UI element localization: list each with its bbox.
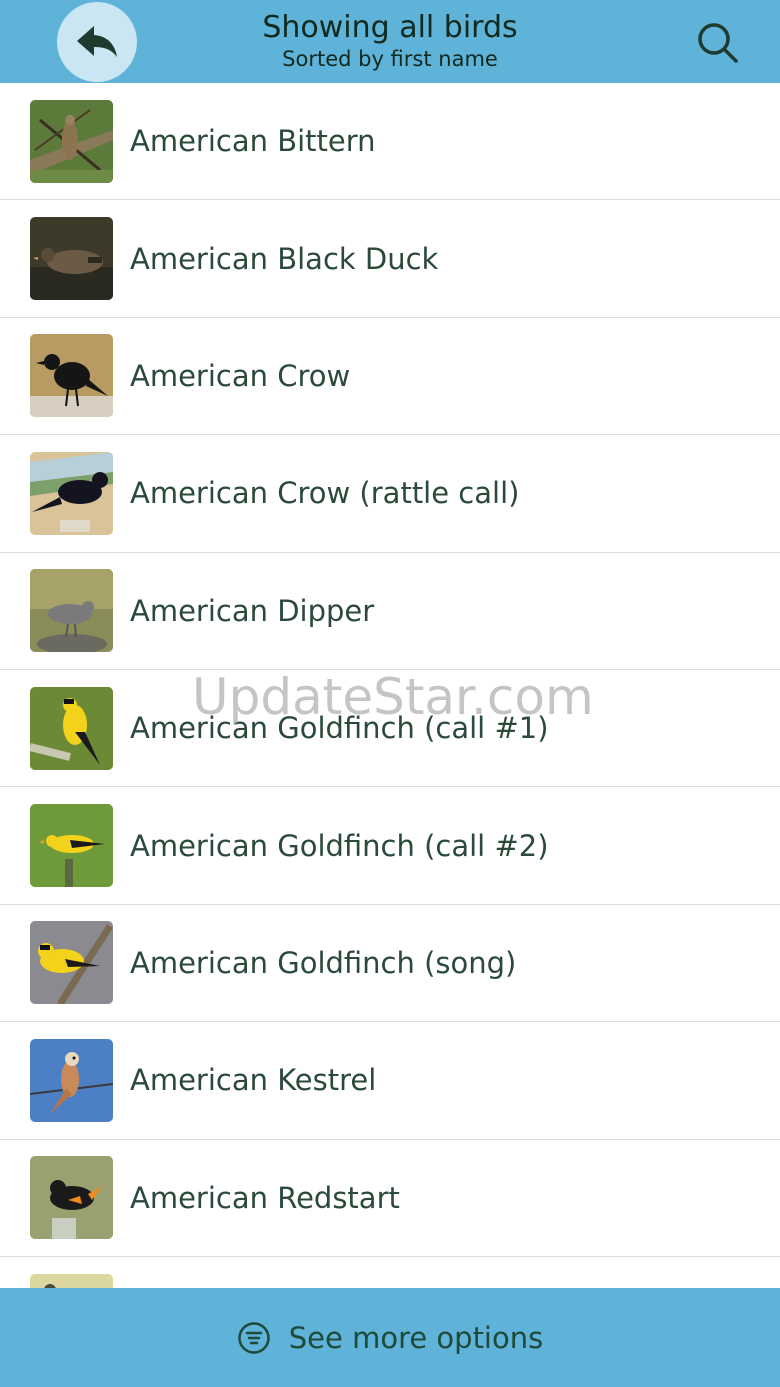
page-title: Showing all birds: [262, 10, 518, 45]
top-bar: Showing all birds Sorted by first name: [0, 0, 780, 83]
filter-lines-icon: [238, 1321, 270, 1354]
bird-name: American Bittern: [130, 124, 376, 159]
bird-thumbnail: [30, 334, 113, 418]
page-subtitle: Sorted by first name: [282, 47, 498, 71]
footer-label: See more options: [288, 1320, 544, 1355]
list-item[interactable]: American Redstart: [0, 1140, 780, 1257]
list-item[interactable]: American Dipper: [0, 553, 780, 670]
bird-list: American Bittern American Black Duck Ame…: [0, 83, 780, 1288]
bird-name: American Kestrel: [130, 1063, 377, 1098]
list-item[interactable]: American Crow: [0, 318, 780, 436]
bird-thumbnail: [30, 99, 113, 183]
list-item[interactable]: American Black Duck: [0, 200, 780, 318]
bird-thumbnail: [30, 1038, 113, 1122]
bird-thumbnail: [30, 451, 113, 535]
list-item[interactable]: [0, 1257, 780, 1288]
bird-name: American Goldfinch (call #1): [130, 711, 549, 746]
bird-name: American Goldfinch (song): [130, 945, 517, 980]
bird-thumbnail: [30, 804, 113, 888]
see-more-options-button[interactable]: See more options: [0, 1288, 780, 1387]
bird-thumbnail: [30, 686, 113, 770]
list-item[interactable]: American Bittern: [0, 83, 780, 201]
bird-name: American Goldfinch (call #2): [130, 828, 549, 863]
bird-thumbnail: [30, 1156, 113, 1240]
search-icon: [698, 23, 738, 63]
list-item[interactable]: American Goldfinch (song): [0, 905, 780, 1023]
list-item[interactable]: American Crow (rattle call): [0, 435, 780, 553]
list-item[interactable]: American Goldfinch (call #2): [0, 787, 780, 905]
bird-name: American Black Duck: [130, 241, 439, 276]
search-button[interactable]: [692, 18, 744, 68]
bird-name: American Crow: [130, 358, 351, 393]
bird-thumbnail: [30, 921, 113, 1005]
bird-name: American Dipper: [130, 593, 375, 628]
bird-thumbnail: [30, 217, 113, 301]
bird-thumbnail: [30, 569, 113, 653]
bird-name: American Crow (rattle call): [130, 476, 520, 511]
list-item[interactable]: American Goldfinch (call #1): [0, 670, 780, 788]
bird-thumbnail: [30, 1273, 113, 1288]
bird-name: American Redstart: [130, 1180, 400, 1215]
list-item[interactable]: American Kestrel: [0, 1022, 780, 1140]
